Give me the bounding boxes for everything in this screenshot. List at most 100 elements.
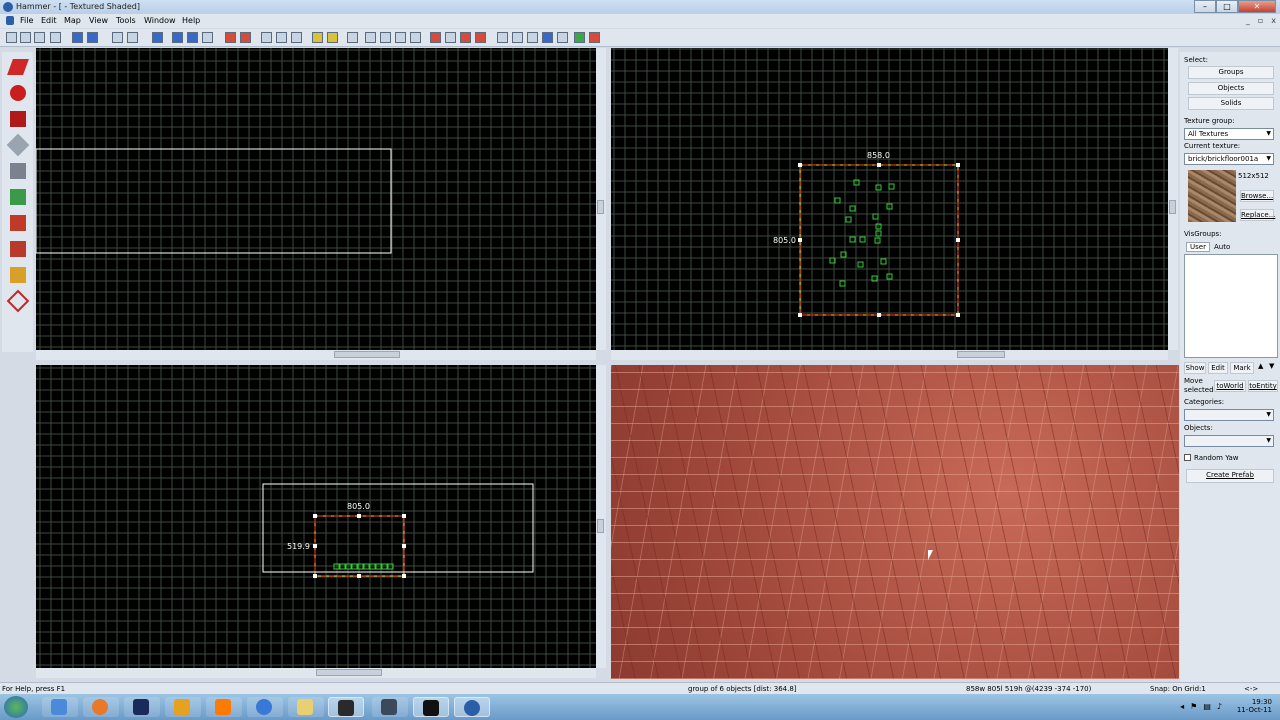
grid-smaller-icon[interactable] — [20, 32, 31, 43]
selection-box-icon[interactable] — [347, 32, 358, 43]
redo-icon[interactable] — [127, 32, 138, 43]
move-to-world-icon[interactable] — [202, 32, 213, 43]
viewport-3d-textured[interactable] — [611, 365, 1179, 679]
taskbar-hammer[interactable] — [454, 697, 490, 717]
tray-arrow-icon[interactable]: ◂ — [1180, 702, 1184, 711]
toggle-models-icon[interactable] — [574, 32, 585, 43]
toggle-helpers-icon[interactable] — [542, 32, 553, 43]
viewport-front-vscroll[interactable] — [596, 365, 606, 668]
clipping-tool[interactable] — [7, 264, 29, 286]
selection-tool[interactable] — [7, 56, 29, 78]
entity-marker[interactable] — [859, 236, 866, 243]
menu-tools[interactable]: Tools — [116, 16, 136, 25]
objects-select[interactable]: ▼ — [1184, 435, 1274, 447]
resize-handle[interactable] — [798, 313, 802, 317]
entity-marker[interactable] — [839, 280, 846, 287]
resize-handle[interactable] — [313, 544, 317, 548]
menu-window[interactable]: Window — [144, 16, 176, 25]
block-tool[interactable] — [7, 160, 29, 182]
visgroup-show-button[interactable]: Show — [1184, 362, 1206, 374]
move-to-world-button[interactable]: toWorld — [1214, 380, 1246, 392]
resize-handle[interactable] — [313, 514, 317, 518]
mdi-close-button[interactable]: x — [1271, 16, 1276, 25]
grid-3d-icon[interactable] — [50, 32, 61, 43]
taskbar-photoshop[interactable] — [124, 697, 160, 717]
move-up-icon[interactable]: ▲ — [1258, 362, 1263, 370]
minimize-button[interactable]: – — [1194, 0, 1216, 13]
entity-marker[interactable] — [849, 205, 856, 212]
taskbar-itunes[interactable] — [247, 697, 283, 717]
ungroup-icon[interactable] — [87, 32, 98, 43]
menu-file[interactable]: File — [20, 16, 33, 25]
taskbar-folder[interactable] — [288, 697, 324, 717]
grid-toggle-icon[interactable] — [6, 32, 17, 43]
resize-handle[interactable] — [798, 238, 802, 242]
paste-icon[interactable] — [291, 32, 302, 43]
move-to-entity-button[interactable]: toEntity — [1248, 380, 1278, 392]
taskbar-media-player[interactable] — [165, 697, 201, 717]
entity-marker[interactable] — [872, 213, 879, 220]
align-icon[interactable] — [410, 32, 421, 43]
resize-handle[interactable] — [313, 574, 317, 578]
vertex-tool[interactable] — [6, 289, 30, 313]
toggle-lighting-icon[interactable] — [589, 32, 600, 43]
undo-icon[interactable] — [112, 32, 123, 43]
move-down-icon[interactable]: ▼ — [1269, 362, 1274, 370]
menu-map[interactable]: Map — [64, 16, 81, 25]
current-texture-select[interactable]: brick/brickfloor001a ▼ — [1184, 153, 1274, 165]
entity-marker[interactable] — [888, 183, 895, 190]
maximize-button[interactable]: □ — [1216, 0, 1238, 13]
copy-icon[interactable] — [276, 32, 287, 43]
transform-icon[interactable] — [395, 32, 406, 43]
create-prefab-button[interactable]: Create Prefab — [1186, 469, 1274, 483]
hollow-icon[interactable] — [172, 32, 183, 43]
check-problems-icon[interactable] — [445, 32, 456, 43]
visgroup-mark-button[interactable]: Mark — [1230, 362, 1254, 374]
close-button[interactable]: ✕ — [1238, 0, 1276, 13]
tab-user[interactable]: User — [1186, 242, 1210, 252]
resize-handle[interactable] — [402, 544, 406, 548]
taskbar-app-black[interactable] — [413, 697, 449, 717]
start-button[interactable] — [4, 696, 28, 718]
viewport-top-hscroll[interactable] — [36, 350, 596, 360]
tray-flag-icon[interactable]: ⚑ — [1190, 702, 1197, 711]
resize-handle[interactable] — [798, 163, 802, 167]
resize-handle[interactable] — [877, 313, 881, 317]
taskbar-firefox[interactable] — [83, 697, 119, 717]
entity-marker[interactable] — [857, 261, 864, 268]
viewport-top[interactable] — [36, 48, 596, 350]
toggle-autoselect-icon[interactable] — [380, 32, 391, 43]
cordon-icon[interactable] — [527, 32, 538, 43]
viewport-side-hscroll[interactable] — [611, 350, 1168, 360]
hammer-app-icon[interactable] — [3, 2, 13, 12]
entity-marker[interactable] — [834, 197, 841, 204]
clock[interactable]: 19:30 11-Oct-11 — [1237, 698, 1272, 714]
viewport-front-hscroll[interactable] — [36, 668, 596, 678]
doc-icon[interactable] — [6, 16, 14, 25]
hide-selected-icon[interactable] — [225, 32, 236, 43]
compile-icon[interactable] — [475, 32, 486, 43]
resize-handle[interactable] — [402, 514, 406, 518]
texture-group-select[interactable]: All Textures ▼ — [1184, 128, 1274, 140]
menu-edit[interactable]: Edit — [41, 16, 57, 25]
texture-scale-lock-icon[interactable] — [327, 32, 338, 43]
viewport-front[interactable]: 805.0 519.9 — [36, 365, 596, 668]
camera-tool[interactable] — [7, 108, 29, 130]
flip-horizontal-icon[interactable] — [497, 32, 508, 43]
resize-handle[interactable] — [956, 313, 960, 317]
browse-texture-button[interactable]: Browse... — [1240, 190, 1274, 202]
grid-larger-icon[interactable] — [34, 32, 45, 43]
snap-icon[interactable] — [365, 32, 376, 43]
tray-network-icon[interactable]: ▤ — [1203, 702, 1211, 711]
tray-volume-icon[interactable]: ♪ — [1217, 702, 1222, 711]
taskbar-hammer-icon[interactable] — [372, 697, 408, 717]
texture-application-tool[interactable] — [7, 186, 29, 208]
decal-tool[interactable] — [7, 238, 29, 260]
taskbar-steam[interactable] — [328, 697, 364, 717]
visgroups-list[interactable] — [1184, 254, 1278, 358]
resize-handle[interactable] — [956, 163, 960, 167]
group-icon[interactable] — [72, 32, 83, 43]
resize-handle[interactable] — [357, 514, 361, 518]
viewport-top-vscroll[interactable] — [596, 48, 606, 350]
entity-marker[interactable] — [845, 216, 852, 223]
